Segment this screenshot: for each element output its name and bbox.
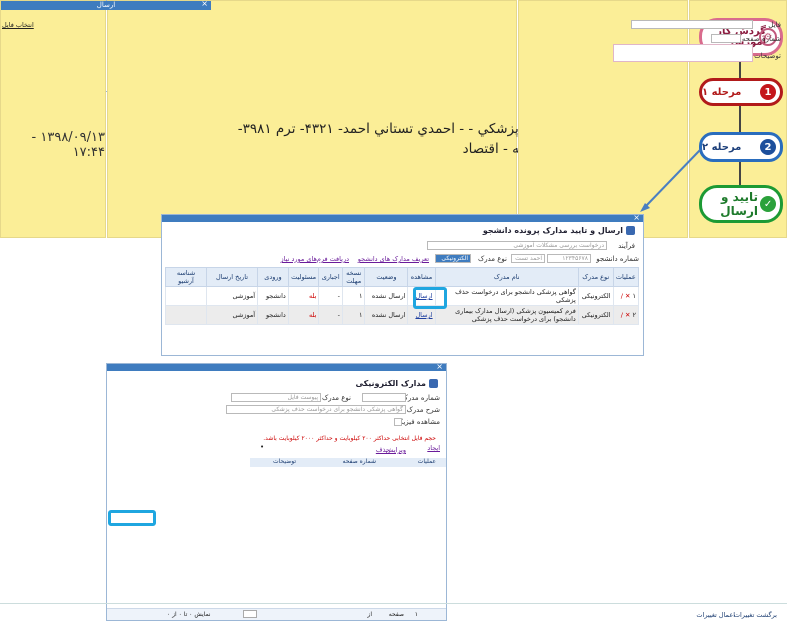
cell-mandatory: بله	[287, 305, 320, 325]
cell-archive	[165, 305, 207, 325]
cell-mandatory: بله	[287, 286, 320, 306]
student-documents-window: × ارسال و تایید مدارک پرونده دانشجو فرآی…	[161, 213, 644, 356]
pointer-mark: •	[260, 443, 265, 451]
doc-desc-input[interactable]: گواهی پزشکی دانشجو برای درخواست حذف پزشک…	[226, 405, 406, 414]
col-header: نوع مدرک	[577, 267, 614, 287]
row-ops[interactable]: ۲ ✕ /	[612, 305, 640, 325]
window-title: مدارک الکترونیکی	[355, 379, 438, 388]
table-row: ۱ ✕ / الکترونیکی گواهی پزشکی دانشجو برای…	[165, 286, 640, 306]
window-title: ارسال و تایید مدارک پرونده دانشجو	[483, 226, 635, 235]
window-titlebar: ×	[162, 213, 643, 222]
arrow-line	[645, 149, 701, 207]
highlight-choose-file	[108, 510, 156, 526]
student-number-input[interactable]: ۱۲۳۴۵۶۷۸	[547, 254, 591, 263]
col-header: نام مدرک	[434, 267, 579, 287]
col-header: مشاهده	[407, 267, 436, 287]
col-header: اجباری	[318, 267, 343, 287]
highlight-send-link	[413, 287, 447, 309]
table-header-row: عملیات نوع مدرک نام مدرک مشاهده وضعیت نس…	[165, 267, 640, 287]
col-header: وضعیت	[364, 267, 409, 287]
doc-type-select[interactable]: الکترونیکی	[435, 254, 471, 263]
back-changes-button[interactable]: برگشت تغییرات	[734, 611, 777, 619]
dialog-titlebar: ارسال ×	[1, 0, 211, 10]
page-number-input[interactable]	[711, 34, 741, 43]
physical-view-checkbox[interactable]	[394, 418, 402, 426]
define-docs-link[interactable]: تعریف مدارک های دانشجو	[358, 255, 429, 263]
apply-changes-button[interactable]: اعمال تغییرات	[696, 611, 735, 619]
doc-type-select[interactable]: پیوست فایل	[231, 393, 321, 402]
cell-name: فرم کمیسیون پزشکی (ارسال مدارک بیماری دا…	[434, 305, 579, 325]
cell-owner: دانشجو	[257, 305, 289, 325]
cell-deadline: -	[318, 286, 343, 306]
col-page: شماره صفحه	[342, 458, 377, 465]
window-icon	[626, 226, 635, 235]
edit-icon: /	[620, 311, 623, 319]
col-header: نسخه مهلت	[341, 267, 366, 287]
col-desc: توضیحات	[272, 458, 296, 465]
page-number-label: شماره صفحه	[741, 35, 781, 43]
dialog-footer: برگشت تغییرات اعمال تغییرات	[0, 603, 787, 623]
cell-copies: ۱	[341, 305, 366, 325]
cell-status: ارسال نشده	[364, 286, 409, 306]
close-icon[interactable]: ×	[201, 0, 208, 8]
cell-type: الکترونیکی	[577, 305, 614, 325]
doc-type-label: نوع مدرک	[321, 394, 351, 402]
row-ops[interactable]: ۱ ✕ /	[612, 286, 640, 306]
table-row: ۲ ✕ / الکترونیکی فرم کمیسیون پزشکی (ارسا…	[165, 305, 640, 325]
cell-entry: آموزشی	[205, 305, 259, 325]
choose-file-button[interactable]: انتخاب فایل	[2, 21, 34, 29]
doc-type-label: نوع مدرک	[477, 255, 507, 263]
col-header: مسئولیت	[287, 267, 320, 287]
delete-icon: ✕	[624, 311, 631, 319]
file-label: فایل	[768, 21, 781, 29]
files-grid-header: عملیات شماره صفحه توضیحات	[250, 458, 446, 467]
close-icon[interactable]: ×	[436, 362, 443, 371]
cell-owner: دانشجو	[257, 286, 289, 306]
student-number-label: شماره دانشجو	[596, 255, 639, 263]
cell-archive	[165, 286, 207, 306]
student-name-input[interactable]: احمد تست	[511, 254, 545, 263]
doc-desc-label: شرح مدرک	[406, 406, 440, 414]
col-ops: عملیات	[417, 458, 436, 465]
doc-number-label: شماره مدرک	[401, 394, 440, 402]
cell-entry: آموزشی	[205, 286, 259, 306]
file-input[interactable]	[631, 20, 753, 29]
delete-icon: ✕	[624, 292, 631, 300]
window-icon	[429, 379, 438, 388]
doc-number-input[interactable]	[362, 393, 406, 402]
file-size-warning: حجم فایل انتخابی حداکثر ۲۰۰ کیلوبایت و ح…	[263, 435, 436, 442]
col-header: تاریخ ارسال	[205, 267, 259, 287]
col-header: شناسه آرشیو	[165, 267, 207, 287]
description-textarea[interactable]	[613, 44, 753, 62]
col-header: ورودی	[257, 267, 289, 287]
electronic-document-window: × مدارک الکترونیکی شماره مدرک نوع مدرک پ…	[106, 362, 447, 621]
process-label: فرآیند	[618, 242, 635, 250]
delete-link[interactable]: حذف	[376, 446, 390, 454]
cell-status: ارسال نشده	[364, 305, 409, 325]
documents-table: عملیات نوع مدرک نام مدرک مشاهده وضعیت نس…	[165, 267, 640, 325]
cell-type: الکترونیکی	[577, 286, 614, 306]
close-icon[interactable]: ×	[633, 213, 640, 222]
new-link[interactable]: ایجاد	[427, 444, 440, 452]
process-select[interactable]: درخواست بررسی مشکلات آموزشی	[427, 241, 607, 250]
window-titlebar: ×	[107, 362, 446, 371]
col-header: عملیات	[612, 267, 640, 287]
cell-copies: ۱	[341, 286, 366, 306]
cell-deadline: -	[318, 305, 343, 325]
cell-name: گواهی پزشکی دانشجو برای درخواست حذف پزشک…	[434, 286, 579, 306]
edit-icon: /	[620, 292, 623, 300]
description-label: توضیحات	[754, 52, 781, 60]
received-forms-link[interactable]: دریافت فرم‌های مورد نیاز	[281, 255, 350, 263]
